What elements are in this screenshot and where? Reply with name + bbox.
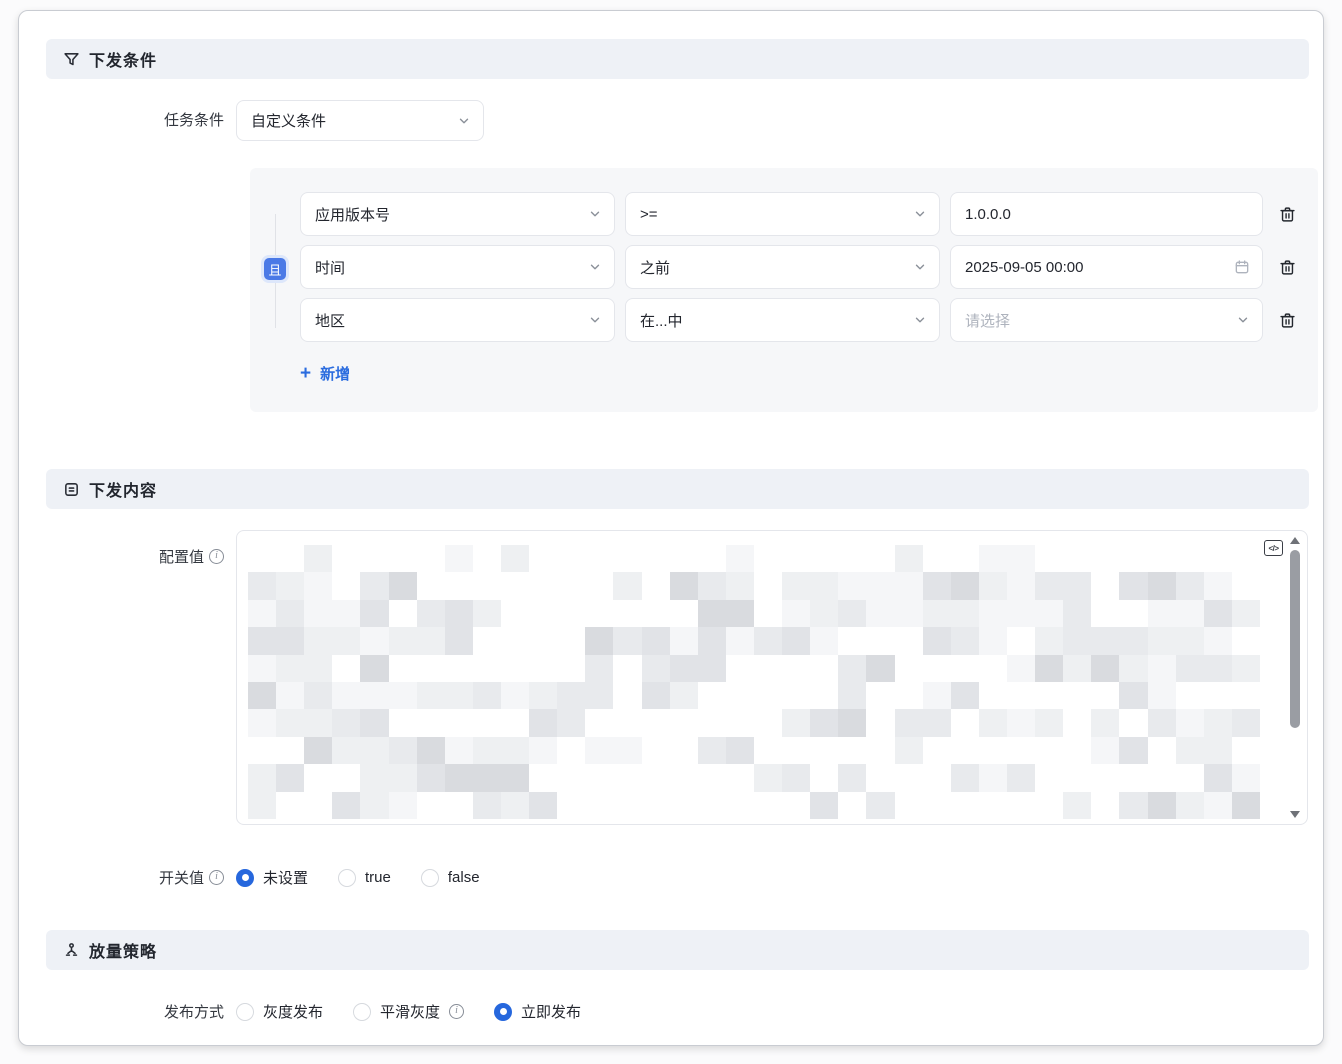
condition-field-select[interactable]: 地区 bbox=[300, 298, 615, 342]
publish-method-option[interactable]: 平滑灰度i bbox=[353, 1001, 464, 1022]
section-header-content: 下发内容 bbox=[46, 469, 1309, 509]
switch-value-option[interactable]: 未设置 bbox=[236, 867, 308, 888]
branch-icon bbox=[62, 941, 80, 959]
scrollbar-thumb[interactable] bbox=[1290, 550, 1300, 728]
switch-value-option[interactable]: true bbox=[338, 869, 391, 887]
radio-unselected-icon[interactable] bbox=[353, 1003, 371, 1021]
config-value-label: 配置值 i bbox=[46, 546, 224, 567]
config-form-card: 下发条件 任务条件 自定义条件 且 应用版本号 >= 1.0.0.0 时间 之前 2025… bbox=[18, 10, 1324, 1046]
chevron-down-icon bbox=[913, 313, 927, 327]
logic-and-badge: 且 bbox=[264, 258, 286, 280]
redacted-config-content bbox=[248, 545, 1260, 819]
switch-value-row: 开关值 i 未设置 true false bbox=[46, 867, 1323, 888]
info-icon[interactable]: i bbox=[449, 1004, 464, 1019]
condition-operator-select-value: 之前 bbox=[640, 257, 670, 278]
chevron-down-icon bbox=[588, 313, 602, 327]
condition-row: 时间 之前 2025-09-05 00:00 bbox=[300, 245, 1308, 289]
delete-condition-button[interactable] bbox=[1273, 306, 1301, 334]
section-title: 下发条件 bbox=[89, 47, 157, 71]
chevron-down-icon bbox=[1236, 313, 1250, 327]
publish-method-row: 发布方式 灰度发布 平滑灰度i 立即发布 bbox=[46, 1001, 1323, 1022]
condition-field-select[interactable]: 时间 bbox=[300, 245, 615, 289]
filter-icon bbox=[62, 50, 80, 68]
delete-condition-button[interactable] bbox=[1273, 200, 1301, 228]
info-icon[interactable]: i bbox=[209, 549, 224, 564]
radio-unselected-icon[interactable] bbox=[421, 869, 439, 887]
task-condition-value: 自定义条件 bbox=[251, 110, 326, 131]
condition-operator-select[interactable]: 在...中 bbox=[625, 298, 940, 342]
condition-row: 地区 在...中 请选择 bbox=[300, 298, 1308, 342]
switch-value-radio-group: 未设置 true false bbox=[236, 867, 480, 888]
radio-selected-icon[interactable] bbox=[236, 869, 254, 887]
section-header-rollout: 放量策略 bbox=[46, 930, 1309, 970]
condition-value-select[interactable]: 请选择 bbox=[950, 298, 1263, 342]
task-condition-label: 任务条件 bbox=[46, 100, 224, 141]
config-value-row: 配置值 i </> bbox=[46, 530, 1323, 825]
condition-operator-select[interactable]: >= bbox=[625, 192, 940, 236]
condition-builder-panel: 且 应用版本号 >= 1.0.0.0 时间 之前 2025-09-05 00:00 地区 在.… bbox=[250, 168, 1318, 412]
publish-method-option[interactable]: 立即发布 bbox=[494, 1001, 581, 1022]
trash-icon bbox=[1279, 312, 1296, 329]
switch-value-label: 开关值 i bbox=[46, 867, 224, 888]
condition-field-select[interactable]: 应用版本号 bbox=[300, 192, 615, 236]
publish-method-option[interactable]: 灰度发布 bbox=[236, 1001, 323, 1022]
editor-scrollbar[interactable] bbox=[1289, 537, 1302, 818]
radio-selected-icon[interactable] bbox=[494, 1003, 512, 1021]
scroll-up-icon[interactable] bbox=[1290, 537, 1300, 544]
chevron-down-icon bbox=[588, 260, 602, 274]
code-view-toggle-icon[interactable]: </> bbox=[1264, 540, 1283, 556]
condition-field-select-value: 应用版本号 bbox=[315, 204, 390, 225]
add-condition-button[interactable]: + 新增 bbox=[300, 363, 350, 384]
plus-icon: + bbox=[300, 364, 311, 383]
task-condition-row: 任务条件 自定义条件 bbox=[46, 100, 1323, 141]
section-title: 放量策略 bbox=[89, 938, 157, 962]
calendar-icon bbox=[1234, 259, 1250, 275]
task-condition-select[interactable]: 自定义条件 bbox=[236, 100, 484, 141]
condition-field-select-value: 时间 bbox=[315, 257, 345, 278]
chevron-down-icon bbox=[457, 114, 471, 128]
switch-value-option[interactable]: false bbox=[421, 869, 480, 887]
condition-operator-select[interactable]: 之前 bbox=[625, 245, 940, 289]
trash-icon bbox=[1279, 206, 1296, 223]
section-header-conditions: 下发条件 bbox=[46, 39, 1309, 79]
condition-operator-select-value: >= bbox=[640, 206, 658, 223]
chevron-down-icon bbox=[913, 260, 927, 274]
section-title: 下发内容 bbox=[89, 477, 157, 501]
radio-unselected-icon[interactable] bbox=[236, 1003, 254, 1021]
publish-method-radio-group: 灰度发布 平滑灰度i 立即发布 bbox=[236, 1001, 581, 1022]
condition-date-input[interactable]: 2025-09-05 00:00 bbox=[950, 245, 1263, 289]
config-json-editor[interactable]: </> bbox=[236, 530, 1308, 825]
chevron-down-icon bbox=[588, 207, 602, 221]
publish-method-label: 发布方式 bbox=[46, 1001, 224, 1022]
radio-unselected-icon[interactable] bbox=[338, 869, 356, 887]
trash-icon bbox=[1279, 259, 1296, 276]
condition-field-select-value: 地区 bbox=[315, 310, 345, 331]
scroll-down-icon[interactable] bbox=[1290, 811, 1300, 818]
chevron-down-icon bbox=[913, 207, 927, 221]
info-icon[interactable]: i bbox=[209, 870, 224, 885]
delete-condition-button[interactable] bbox=[1273, 253, 1301, 281]
condition-value-input[interactable]: 1.0.0.0 bbox=[950, 192, 1263, 236]
condition-operator-select-value: 在...中 bbox=[640, 310, 683, 331]
document-icon bbox=[62, 480, 80, 498]
condition-row: 应用版本号 >= 1.0.0.0 bbox=[300, 192, 1308, 236]
